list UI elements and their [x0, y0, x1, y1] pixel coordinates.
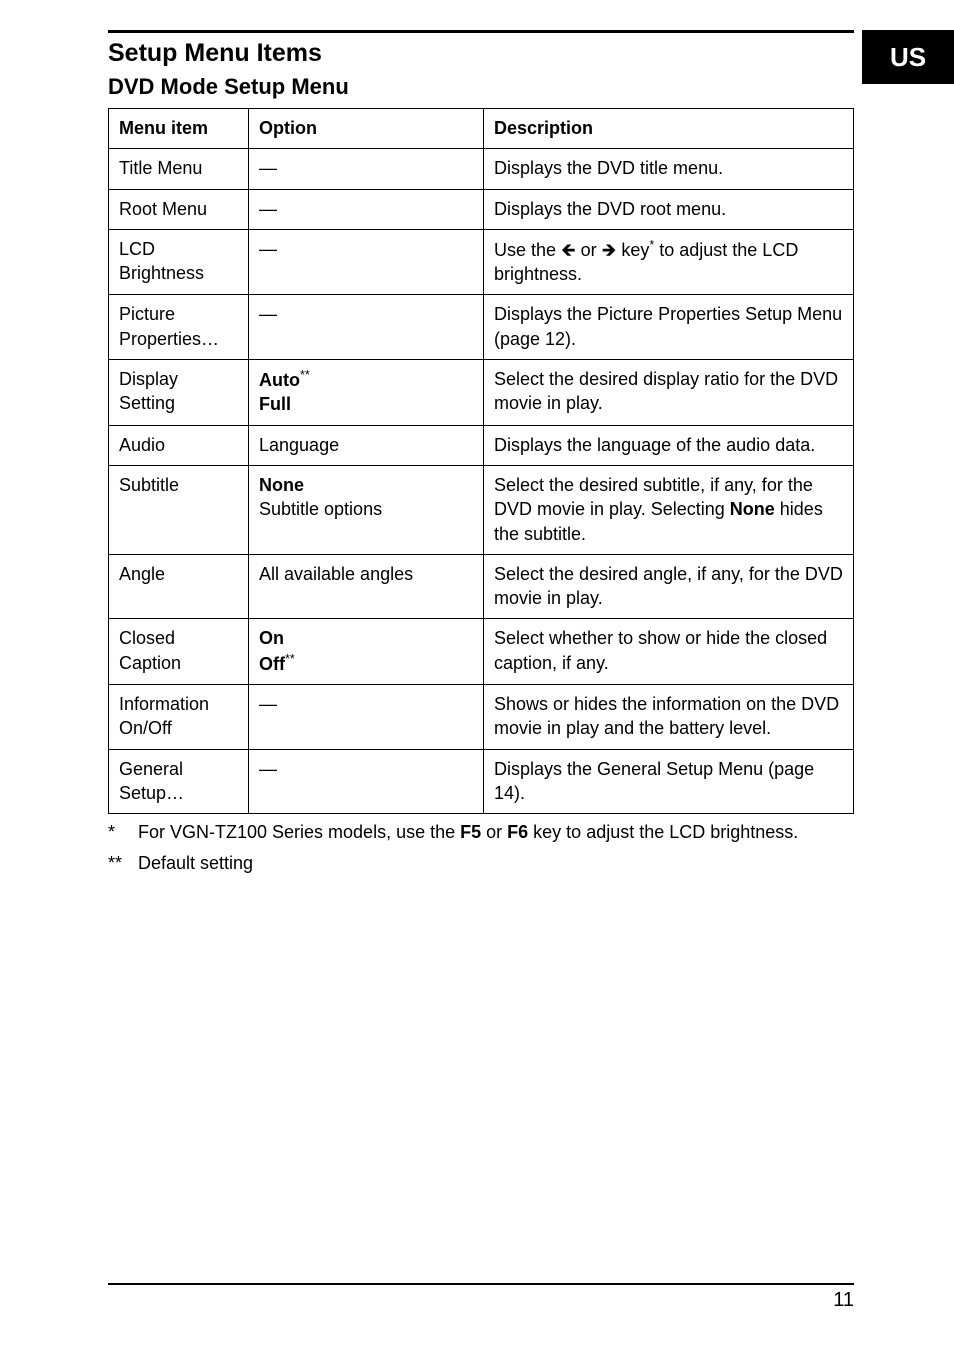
cell-desc: Select the desired angle, if any, for th…: [484, 554, 854, 619]
footnote-ref: **: [285, 652, 295, 666]
desc-mid: key: [616, 240, 649, 260]
footnote-text: For VGN-TZ100 Series models, use the F5 …: [138, 820, 854, 844]
cell-item: Information On/Off: [109, 685, 249, 750]
cell-item: Subtitle: [109, 465, 249, 554]
option-bold: Full: [259, 394, 291, 414]
cell-option: Auto** Full: [249, 360, 484, 426]
page-number: 11: [108, 1289, 854, 1312]
cell-item: LCD Brightness: [109, 229, 249, 295]
table-row: Subtitle None Subtitle options Select th…: [109, 465, 854, 554]
cell-option: All available angles: [249, 554, 484, 619]
section-title: Setup Menu Items: [108, 39, 854, 68]
cell-desc: Shows or hides the information on the DV…: [484, 685, 854, 750]
cell-item: Display Setting: [109, 360, 249, 426]
fn-pre: For VGN-TZ100 Series models, use the: [138, 822, 460, 842]
left-arrow-icon: 🡸: [561, 240, 576, 260]
cell-desc: Select the desired display ratio for the…: [484, 360, 854, 426]
fn-key: F6: [507, 822, 528, 842]
footnote-1: * For VGN-TZ100 Series models, use the F…: [108, 820, 854, 844]
footnote-mark: **: [108, 851, 138, 875]
cell-item: General Setup…: [109, 749, 249, 814]
cell-option: —: [249, 189, 484, 229]
cell-desc: Displays the General Setup Menu (page 14…: [484, 749, 854, 814]
fn-post: key to adjust the LCD brightness.: [528, 822, 798, 842]
option-bold: Off: [259, 654, 285, 674]
setup-menu-table: Menu item Option Description Title Menu …: [108, 108, 854, 814]
footnote-ref: **: [300, 368, 310, 382]
option-bold: On: [259, 628, 284, 648]
table-row: Information On/Off — Shows or hides the …: [109, 685, 854, 750]
table-row: General Setup… — Displays the General Se…: [109, 749, 854, 814]
table-row: Closed Caption On Off** Select whether t…: [109, 619, 854, 685]
cell-option: —: [249, 149, 484, 189]
cell-desc: Displays the Picture Properties Setup Me…: [484, 295, 854, 360]
cell-option: —: [249, 229, 484, 295]
footnotes: * For VGN-TZ100 Series models, use the F…: [108, 820, 854, 875]
table-row: Angle All available angles Select the de…: [109, 554, 854, 619]
cell-item: Angle: [109, 554, 249, 619]
option-plain: Subtitle options: [259, 499, 382, 519]
footnote-2: ** Default setting: [108, 851, 854, 875]
table-row: Display Setting Auto** Full Select the d…: [109, 360, 854, 426]
footnote-text: Default setting: [138, 851, 854, 875]
fn-mid: or: [481, 822, 507, 842]
cell-desc: Displays the DVD root menu.: [484, 189, 854, 229]
cell-option: Language: [249, 425, 484, 465]
cell-item: Root Menu: [109, 189, 249, 229]
cell-desc: Use the 🡸 or 🡺 key* to adjust the LCD br…: [484, 229, 854, 295]
region-tab: US: [862, 30, 954, 84]
cell-option: —: [249, 749, 484, 814]
desc-bold: None: [730, 499, 775, 519]
option-bold: Auto: [259, 370, 300, 390]
fn-key: F5: [460, 822, 481, 842]
table-row: LCD Brightness — Use the 🡸 or 🡺 key* to …: [109, 229, 854, 295]
cell-item: Picture Properties…: [109, 295, 249, 360]
sub-title: DVD Mode Setup Menu: [108, 74, 854, 100]
option-bold: None: [259, 475, 304, 495]
desc-pre: Use the: [494, 240, 561, 260]
col-header-description: Description: [484, 109, 854, 149]
table-row: Audio Language Displays the language of …: [109, 425, 854, 465]
page-footer: 11: [108, 1283, 854, 1312]
table-row: Root Menu — Displays the DVD root menu.: [109, 189, 854, 229]
cell-desc: Displays the language of the audio data.: [484, 425, 854, 465]
cell-option: —: [249, 295, 484, 360]
top-divider: [108, 30, 854, 33]
cell-item: Closed Caption: [109, 619, 249, 685]
table-row: Title Menu — Displays the DVD title menu…: [109, 149, 854, 189]
cell-desc: Select the desired subtitle, if any, for…: [484, 465, 854, 554]
cell-option: —: [249, 685, 484, 750]
footer-divider: [108, 1283, 854, 1285]
cell-option: On Off**: [249, 619, 484, 685]
right-arrow-icon: 🡺: [602, 240, 617, 260]
cell-desc: Select whether to show or hide the close…: [484, 619, 854, 685]
cell-desc: Displays the DVD title menu.: [484, 149, 854, 189]
cell-item: Title Menu: [109, 149, 249, 189]
cell-option: None Subtitle options: [249, 465, 484, 554]
table-row: Picture Properties… — Displays the Pictu…: [109, 295, 854, 360]
table-header-row: Menu item Option Description: [109, 109, 854, 149]
page-container: US Setup Menu Items DVD Mode Setup Menu …: [0, 0, 954, 1352]
footnote-mark: *: [108, 820, 138, 844]
col-header-option: Option: [249, 109, 484, 149]
col-header-item: Menu item: [109, 109, 249, 149]
cell-item: Audio: [109, 425, 249, 465]
